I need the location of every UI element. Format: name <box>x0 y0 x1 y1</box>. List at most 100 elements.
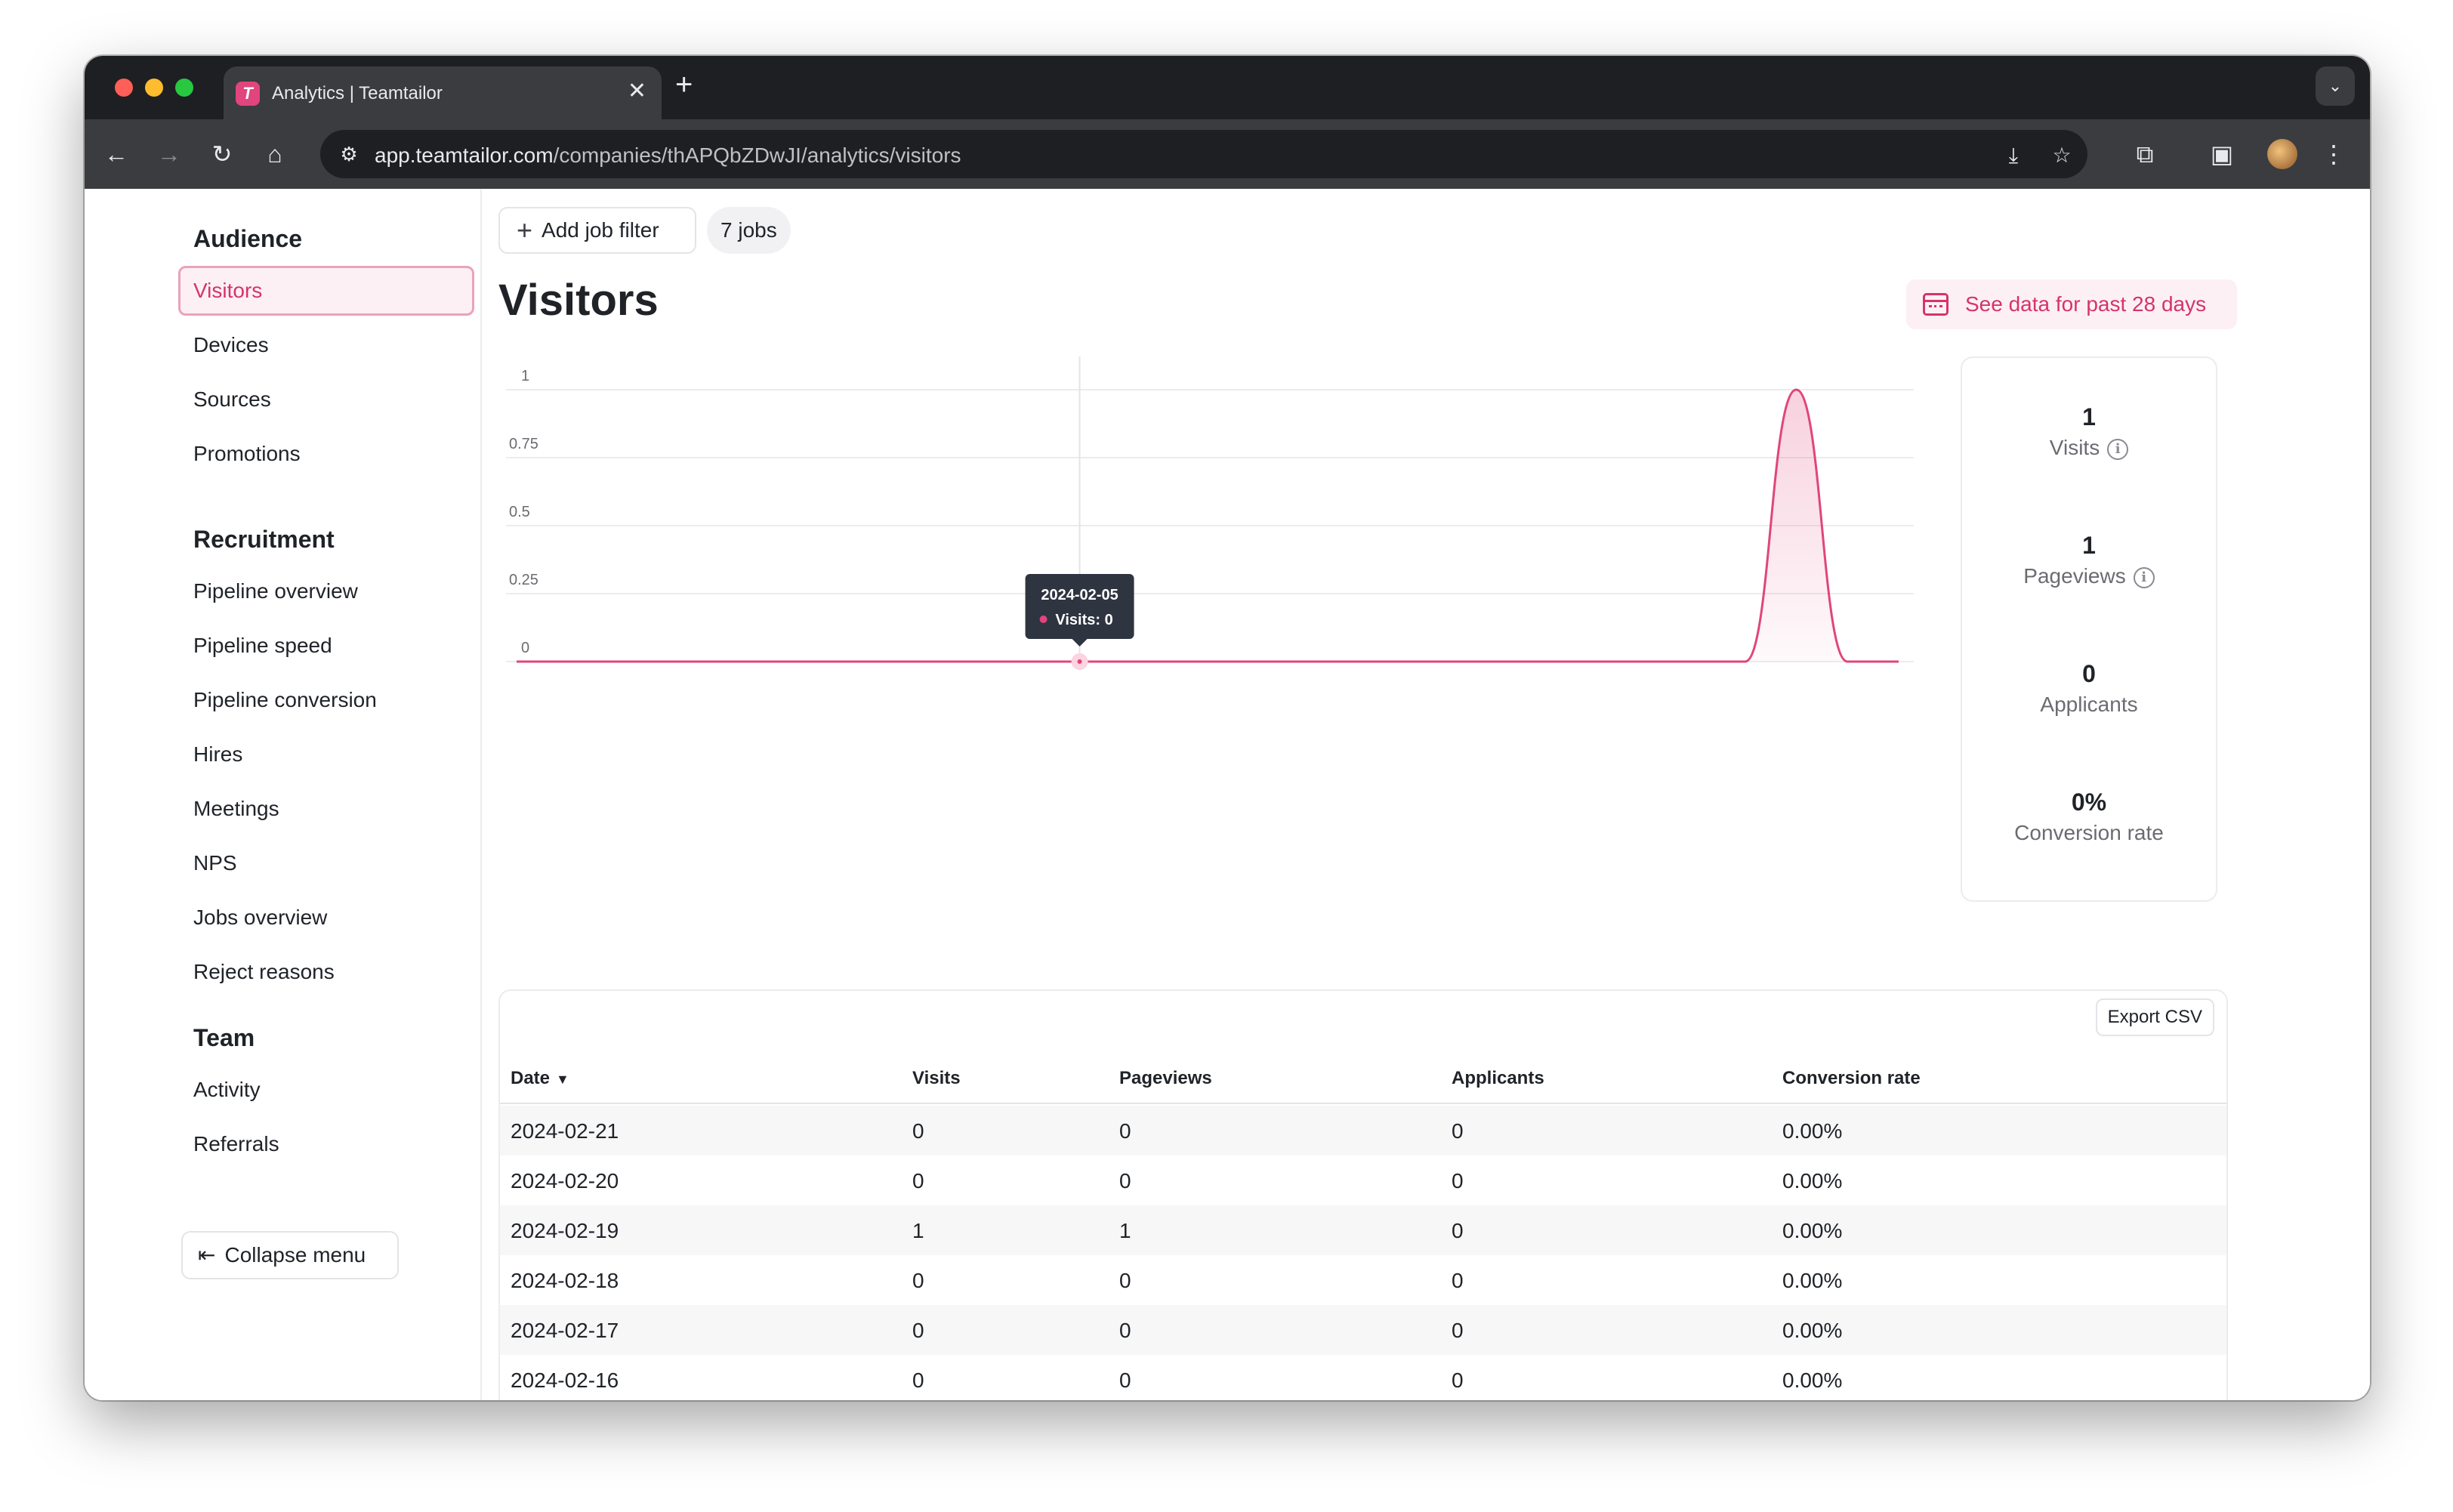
sidebar-item-meetings[interactable]: Meetings <box>178 784 474 834</box>
sidebar-item-promotions[interactable]: Promotions <box>178 429 474 479</box>
back-arrow-icon[interactable]: ← <box>98 136 134 172</box>
section-title-recruitment: Recruitment <box>193 526 335 553</box>
profile-avatar[interactable] <box>2267 139 2297 169</box>
stat-value: 1 <box>2082 403 2096 430</box>
table-cell-date: 2024-02-21 <box>511 1119 619 1143</box>
table-cell-applicants: 0 <box>1452 1269 1464 1292</box>
tab-search-chevron-icon[interactable]: ⌄ <box>2316 66 2355 106</box>
more-menu-icon[interactable]: ⋮ <box>2316 136 2352 172</box>
table-cell-pageviews: 0 <box>1119 1119 1131 1143</box>
table-row: 2024-02-21 0 0 0 0.00% <box>500 1106 2226 1156</box>
table-cell-conversion-rate: 0.00% <box>1782 1269 1843 1292</box>
table-cell-applicants: 0 <box>1452 1169 1464 1193</box>
sidebar-item-sources[interactable]: Sources <box>178 375 474 424</box>
tab-close-icon[interactable]: ✕ <box>628 79 646 104</box>
table-cell-conversion-rate: 0.00% <box>1782 1319 1843 1342</box>
extensions-puzzle-icon[interactable]: ⧉ <box>2127 136 2163 172</box>
maximize-window-button[interactable] <box>175 79 193 97</box>
column-header-visits[interactable]: Visits <box>912 1068 961 1089</box>
table-cell-visits: 0 <box>912 1269 924 1292</box>
url-host: app.teamtailor.com <box>375 143 554 167</box>
collapse-menu-label: Collapse menu <box>224 1243 366 1267</box>
y-tick-label: 0.25 <box>509 572 538 588</box>
date-range-button[interactable]: See data for past 28 days <box>1906 279 2237 329</box>
visitors-table: Export CSV Date ▼ Visits Pageviews Applicant… <box>498 989 2228 1400</box>
url-path: /companies/thAPQbZDwJI/analytics/visitor… <box>553 143 961 167</box>
table-cell-applicants: 0 <box>1452 1119 1464 1143</box>
sidebar-item-reject-reasons[interactable]: Reject reasons <box>178 947 474 997</box>
collapse-menu-button[interactable]: ⇤ Collapse menu <box>181 1231 399 1279</box>
export-csv-button[interactable]: Export CSV <box>2095 998 2214 1036</box>
sidebar-item-hires[interactable]: Hires <box>178 730 474 779</box>
stat-visits: 1 Visits i <box>1962 403 2216 460</box>
table-cell-visits: 0 <box>912 1319 924 1342</box>
stat-label: Pageviews <box>2023 564 2126 588</box>
plus-icon: + <box>517 214 533 245</box>
stat-conversion-rate: 0% Conversion rate <box>1962 788 2216 845</box>
data-point <box>1071 653 1088 670</box>
install-app-icon[interactable]: ⤓ <box>1998 140 2029 171</box>
table-cell-applicants: 0 <box>1452 1369 1464 1392</box>
stat-pageviews: 1 Pageviews i <box>1962 532 2216 588</box>
sidebar-item-visitors[interactable]: Visitors <box>178 266 474 316</box>
sidebar-item-devices[interactable]: Devices <box>178 320 474 370</box>
column-header-conversion-rate[interactable]: Conversion rate <box>1782 1068 1921 1089</box>
column-header-applicants[interactable]: Applicants <box>1452 1068 1544 1089</box>
jobs-count-pill[interactable]: 7 jobs <box>707 207 791 254</box>
table-cell-date: 2024-02-19 <box>511 1219 619 1242</box>
sidebar-item-pipeline-speed[interactable]: Pipeline speed <box>178 621 474 671</box>
table-cell-visits: 0 <box>912 1119 924 1143</box>
table-cell-conversion-rate: 0.00% <box>1782 1119 1843 1143</box>
tab-strip: T Analytics | Teamtailor ✕ + ⌄ <box>85 56 2370 119</box>
page-content: ⇤ Collapse menu Audience Visitors Devices So… <box>85 189 2370 1400</box>
main-content: + Add job filter 7 jobs Visitors See data… <box>483 189 2370 1400</box>
tooltip-series-dot <box>1039 616 1048 623</box>
browser-toolbar: ← → ↻ ⌂ ⚙ app.teamtailor.com/companies/t… <box>85 119 2370 189</box>
table-row: 2024-02-20 0 0 0 0.00% <box>500 1156 2226 1205</box>
info-icon[interactable]: i <box>2107 439 2129 460</box>
table-cell-visits: 1 <box>912 1219 924 1242</box>
stat-value: 0 <box>2082 660 2096 687</box>
y-tick-label: 0.5 <box>509 504 530 520</box>
home-icon[interactable]: ⌂ <box>257 136 293 172</box>
sidebar-item-pipeline-overview[interactable]: Pipeline overview <box>178 566 474 616</box>
analytics-sidebar: ⇤ Collapse menu Audience Visitors Devices So… <box>85 189 482 1400</box>
table-cell-pageviews: 0 <box>1119 1269 1131 1292</box>
sidebar-item-pipeline-conversion[interactable]: Pipeline conversion <box>178 675 474 725</box>
visitors-chart[interactable]: 10.750.50.250Jan 25Feb 212024-02-05Visit… <box>494 356 1914 699</box>
sidebar-item-jobs-overview[interactable]: Jobs overview <box>178 893 474 943</box>
collapse-arrow-icon: ⇤ <box>198 1243 216 1267</box>
table-cell-pageviews: 0 <box>1119 1319 1131 1342</box>
browser-tab[interactable]: T Analytics | Teamtailor ✕ <box>224 66 662 119</box>
new-tab-icon[interactable]: + <box>675 68 693 101</box>
forward-arrow-icon[interactable]: → <box>151 136 187 172</box>
sidebar-item-nps[interactable]: NPS <box>178 838 474 888</box>
table-cell-pageviews: 0 <box>1119 1369 1131 1392</box>
tab-title: Analytics | Teamtailor <box>272 83 443 103</box>
table-cell-date: 2024-02-20 <box>511 1169 619 1193</box>
close-window-button[interactable] <box>115 79 133 97</box>
column-header-date[interactable]: Date ▼ <box>511 1068 569 1089</box>
tooltip-arrow <box>1072 639 1088 646</box>
add-job-filter-label: Add job filter <box>542 218 659 242</box>
side-panel-icon[interactable]: ▣ <box>2204 136 2240 172</box>
url-text[interactable]: app.teamtailor.com/companies/thAPQbZDwJI… <box>375 143 961 168</box>
tooltip-value: Visits: 0 <box>1055 612 1112 628</box>
table-cell-pageviews: 0 <box>1119 1169 1131 1193</box>
stat-label: Conversion rate <box>2014 821 2164 844</box>
teamtailor-favicon-icon: T <box>236 82 260 106</box>
site-settings-icon[interactable]: ⚙ <box>335 140 363 168</box>
section-title-team: Team <box>193 1024 255 1051</box>
add-job-filter-button[interactable]: + Add job filter <box>498 207 696 254</box>
visitors-chart-svg: 10.750.50.250Jan 25Feb 212024-02-05Visit… <box>506 356 1914 699</box>
info-icon[interactable]: i <box>2133 567 2155 588</box>
address-bar[interactable]: ⚙ app.teamtailor.com/companies/thAPQbZDw… <box>320 130 2087 178</box>
sidebar-item-activity[interactable]: Activity <box>178 1065 474 1115</box>
table-cell-date: 2024-02-16 <box>511 1369 619 1392</box>
minimize-window-button[interactable] <box>145 79 163 97</box>
bookmark-star-icon[interactable]: ☆ <box>2047 140 2077 171</box>
reload-icon[interactable]: ↻ <box>204 136 240 172</box>
sidebar-item-referrals[interactable]: Referrals <box>178 1119 474 1169</box>
browser-window: T Analytics | Teamtailor ✕ + ⌄ ← → ↻ ⌂ ⚙… <box>85 56 2370 1400</box>
column-header-pageviews[interactable]: Pageviews <box>1119 1068 1212 1089</box>
